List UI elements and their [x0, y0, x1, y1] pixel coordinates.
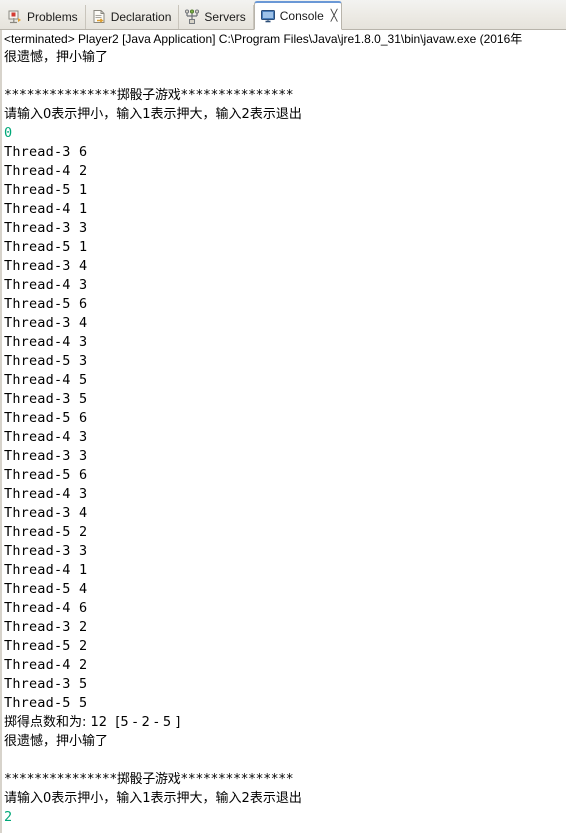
servers-icon — [184, 9, 200, 25]
console-output-line: Thread-3 4 — [4, 505, 88, 521]
console-output-line: Thread-5 2 — [4, 524, 88, 540]
console-output-line: Thread-4 3 — [4, 486, 88, 502]
console-output-line: Thread-5 4 — [4, 581, 88, 597]
console-output-line: Thread-5 2 — [4, 638, 88, 654]
console-output-line: Thread-5 6 — [4, 410, 88, 426]
console-output-line: Thread-4 3 — [4, 277, 88, 293]
console-output-line: Thread-3 5 — [4, 676, 88, 692]
console-input-echo: 2 — [4, 809, 13, 825]
console-output-line: Thread-3 3 — [4, 448, 88, 464]
console-icon — [260, 8, 276, 24]
console-output-line: Thread-3 4 — [4, 258, 88, 274]
console-output-line: Thread-5 3 — [4, 353, 88, 369]
console-output-line: 很遗憾，押小输了 — [4, 50, 109, 65]
console-line-list: 很遗憾，押小输了 ***************掷骰子游戏***********… — [4, 48, 566, 827]
view-tab-bar: Problems Declaration Servers Console ╳ — [0, 0, 566, 30]
console-output-line: Thread-4 5 — [4, 372, 88, 388]
tab-problems-label: Problems — [27, 10, 78, 24]
console-output: <terminated> Player2 [Java Application] … — [4, 30, 566, 827]
console-output-line: Thread-4 2 — [4, 163, 88, 179]
console-output-line: Thread-3 5 — [4, 391, 88, 407]
console-output-line: Thread-5 1 — [4, 182, 88, 198]
tab-servers[interactable]: Servers — [179, 5, 254, 29]
console-output-line: Thread-4 3 — [4, 334, 88, 350]
console-output-line: Thread-4 3 — [4, 429, 88, 445]
console-output-line: Thread-5 5 — [4, 695, 88, 711]
tab-problems[interactable]: Problems — [2, 5, 86, 29]
tab-console[interactable]: Console ╳ — [253, 1, 343, 30]
problems-icon — [7, 9, 23, 25]
tab-console-label: Console — [279, 9, 324, 23]
tab-servers-label: Servers — [204, 10, 246, 24]
console-output-line: 掷得点数和为: 12 [5 - 2 - 5 ] — [4, 715, 181, 730]
console-output-line: 请输入0表示押小，输入1表示押大，输入2表示退出 — [4, 107, 302, 122]
tab-declaration[interactable]: Declaration — [86, 5, 180, 29]
console-output-line: Thread-4 1 — [4, 201, 88, 217]
console-output-line: Thread-4 1 — [4, 562, 88, 578]
launch-config-header: <terminated> Player2 [Java Application] … — [4, 32, 523, 46]
console-output-line: Thread-3 3 — [4, 220, 88, 236]
console-output-line: Thread-3 3 — [4, 543, 88, 559]
console-output-line: ***************掷骰子游戏*************** — [4, 88, 294, 103]
console-output-line: ***************掷骰子游戏*************** — [4, 772, 294, 787]
console-output-line: Thread-5 6 — [4, 296, 88, 312]
console-output-line: Thread-5 1 — [4, 239, 88, 255]
console-output-line: Thread-3 2 — [4, 619, 88, 635]
console-output-line: 很遗憾，押小输了 — [4, 734, 109, 749]
console-left-rule — [0, 30, 2, 833]
console-output-line: Thread-4 2 — [4, 657, 88, 673]
tab-declaration-label: Declaration — [110, 10, 172, 24]
console-output-line: Thread-5 6 — [4, 467, 88, 483]
declaration-icon — [91, 9, 107, 25]
console-input-echo: 0 — [4, 125, 13, 141]
console-output-line: Thread-4 6 — [4, 600, 88, 616]
close-icon[interactable]: ╳ — [331, 10, 338, 22]
console-output-line: Thread-3 4 — [4, 315, 88, 331]
console-view[interactable]: <terminated> Player2 [Java Application] … — [0, 30, 566, 833]
console-output-line: Thread-3 6 — [4, 144, 88, 160]
console-output-line: 请输入0表示押小，输入1表示押大，输入2表示退出 — [4, 791, 302, 806]
